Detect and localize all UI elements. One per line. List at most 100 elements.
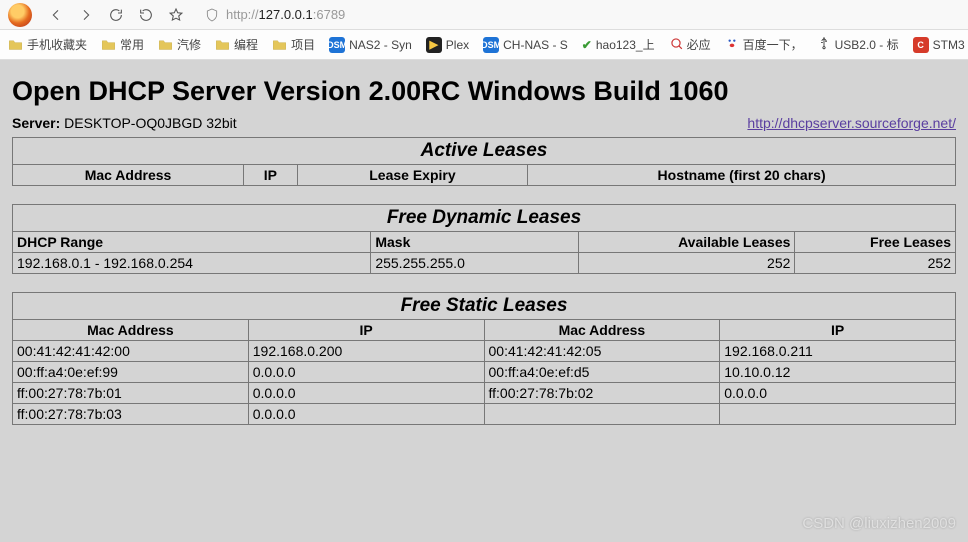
usb-icon <box>817 36 831 53</box>
page-content: Open DHCP Server Version 2.00RC Windows … <box>0 60 968 542</box>
baidu-icon <box>725 36 739 53</box>
cell-mac2: 00:41:42:41:42:05 <box>484 341 720 362</box>
cell-ip2: 0.0.0.0 <box>720 383 956 404</box>
table-row: 192.168.0.1 - 192.168.0.254255.255.255.0… <box>13 253 956 274</box>
cell-ip1: 0.0.0.0 <box>248 362 484 383</box>
undo-button[interactable] <box>132 1 160 29</box>
cell-ip1: 192.168.0.200 <box>248 341 484 362</box>
table-row: 00:ff:a4:0e:ef:990.0.0.000:ff:a4:0e:ef:d… <box>13 362 956 383</box>
cell-ip2: 192.168.0.211 <box>720 341 956 362</box>
column-header: Hostname (first 20 chars) <box>528 165 956 186</box>
bookmark-label: CH-NAS - S <box>503 38 568 52</box>
url-host: 127.0.0.1 <box>259 7 313 22</box>
server-value: DESKTOP-OQ0JBGD 32bit <box>64 115 236 131</box>
star-icon <box>168 7 184 23</box>
forward-button[interactable] <box>72 1 100 29</box>
bookmark-label: 项目 <box>291 36 315 53</box>
favorite-button[interactable] <box>162 1 190 29</box>
bookmark-item[interactable]: 汽修 <box>154 34 205 55</box>
cell-available: 252 <box>578 253 795 274</box>
cell-ip2 <box>720 404 956 425</box>
cell-mac1: 00:ff:a4:0e:ef:99 <box>13 362 249 383</box>
stm-icon: C <box>913 37 929 53</box>
bookmark-item[interactable]: ▶ Plex <box>422 35 473 55</box>
dsm-icon: DSM <box>483 37 499 53</box>
cell-range: 192.168.0.1 - 192.168.0.254 <box>13 253 371 274</box>
reload-icon <box>108 7 124 23</box>
bookmark-item[interactable]: DSM CH-NAS - S <box>479 35 572 55</box>
bookmark-item[interactable]: ✔ hao123_上 <box>578 34 659 55</box>
url-scheme: http:// <box>226 7 259 22</box>
cell-mac2: ff:00:27:78:7b:02 <box>484 383 720 404</box>
bookmark-item[interactable]: DSM NAS2 - Syn <box>325 35 416 55</box>
bookmark-label: Plex <box>446 38 469 52</box>
bookmark-item[interactable]: 编程 <box>211 34 262 55</box>
column-header: Lease Expiry <box>297 165 527 186</box>
column-header: IP <box>720 320 956 341</box>
cell-ip2: 10.10.0.12 <box>720 362 956 383</box>
project-link[interactable]: http://dhcpserver.sourceforge.net/ <box>747 115 956 131</box>
bookmark-label: 常用 <box>120 36 144 53</box>
bookmark-item[interactable]: 手机收藏夹 <box>4 34 91 55</box>
free-dynamic-table: Free Dynamic Leases DHCP RangeMaskAvaila… <box>12 204 956 274</box>
bookmark-label: 必应 <box>687 36 711 53</box>
plex-icon: ▶ <box>426 37 442 53</box>
cell-mac1: 00:41:42:41:42:00 <box>13 341 249 362</box>
free-dynamic-title: Free Dynamic Leases <box>13 205 956 232</box>
cell-mask: 255.255.255.0 <box>371 253 578 274</box>
chevron-right-icon <box>78 7 94 23</box>
bookmark-item[interactable]: 必应 <box>665 34 715 55</box>
bookmark-item[interactable]: USB2.0 - 标 <box>813 34 903 55</box>
active-leases-table: Active Leases Mac AddressIPLease ExpiryH… <box>12 137 956 186</box>
cell-mac2 <box>484 404 720 425</box>
cell-ip1: 0.0.0.0 <box>248 383 484 404</box>
bookmark-label: 汽修 <box>177 36 201 53</box>
bookmark-item[interactable]: 百度一下， <box>721 34 807 55</box>
column-header: IP <box>244 165 298 186</box>
hao-icon: ✔ <box>582 38 592 52</box>
bookmarks-bar: 手机收藏夹 常用 汽修 编程 项目 DSM NAS2 - Syn ▶ Plex DSM CH-NAS… <box>0 30 968 60</box>
column-header: Free Leases <box>795 232 956 253</box>
bookmark-label: hao123_上 <box>596 36 655 53</box>
bookmark-label: STM3 <box>933 38 965 52</box>
bookmark-label: 编程 <box>234 36 258 53</box>
chevron-left-icon <box>48 7 64 23</box>
back-button[interactable] <box>42 1 70 29</box>
table-row: ff:00:27:78:7b:010.0.0.0ff:00:27:78:7b:0… <box>13 383 956 404</box>
active-leases-title: Active Leases <box>13 138 956 165</box>
free-static-title: Free Static Leases <box>13 293 956 320</box>
cell-free: 252 <box>795 253 956 274</box>
column-header: Mac Address <box>484 320 720 341</box>
cell-mac1: ff:00:27:78:7b:01 <box>13 383 249 404</box>
dsm-icon: DSM <box>329 37 345 53</box>
page-title: Open DHCP Server Version 2.00RC Windows … <box>12 76 956 107</box>
table-row: ff:00:27:78:7b:030.0.0.0 <box>13 404 956 425</box>
bookmark-label: 手机收藏夹 <box>27 36 87 53</box>
undo-icon <box>138 7 154 23</box>
bookmark-label: 百度一下， <box>743 36 803 53</box>
bookmark-label: USB2.0 - 标 <box>835 36 899 53</box>
address-bar[interactable]: http://127.0.0.1:6789 <box>198 3 964 27</box>
server-row: Server: DESKTOP-OQ0JBGD 32bit http://dhc… <box>12 115 956 131</box>
cell-mac1: ff:00:27:78:7b:03 <box>13 404 249 425</box>
column-header: Mac Address <box>13 165 244 186</box>
cell-ip1: 0.0.0.0 <box>248 404 484 425</box>
watermark: CSDN @liuxizhen2009 <box>802 515 956 532</box>
column-header: Available Leases <box>578 232 795 253</box>
bookmark-item[interactable]: C STM3 <box>909 35 968 55</box>
server-label: Server: <box>12 115 60 131</box>
bookmark-item[interactable]: 常用 <box>97 34 148 55</box>
url-port: :6789 <box>313 7 346 22</box>
bing-icon <box>669 36 683 53</box>
column-header: IP <box>248 320 484 341</box>
browser-toolbar: http://127.0.0.1:6789 <box>0 0 968 30</box>
url-text: http://127.0.0.1:6789 <box>226 7 345 22</box>
table-row: 00:41:42:41:42:00192.168.0.20000:41:42:4… <box>13 341 956 362</box>
bookmark-item[interactable]: 项目 <box>268 34 319 55</box>
shield-icon <box>204 7 220 23</box>
cell-mac2: 00:ff:a4:0e:ef:d5 <box>484 362 720 383</box>
column-header: Mask <box>371 232 578 253</box>
reload-button[interactable] <box>102 1 130 29</box>
column-header: Mac Address <box>13 320 249 341</box>
bookmark-label: NAS2 - Syn <box>349 38 412 52</box>
